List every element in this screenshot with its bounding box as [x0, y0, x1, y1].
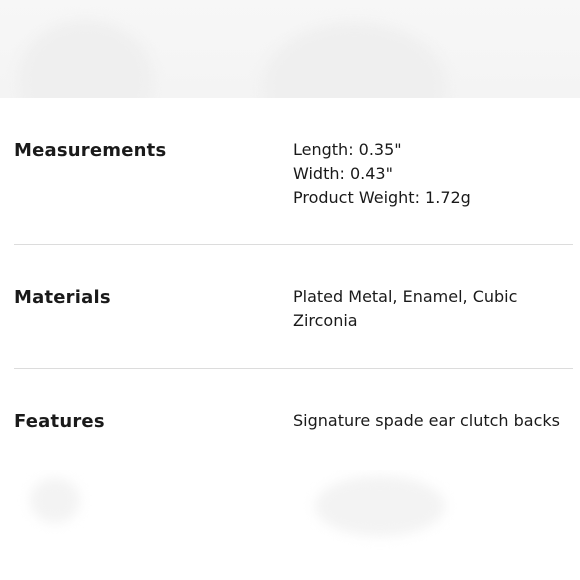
spec-label-measurements: Measurements	[14, 140, 167, 161]
blurred-product-images-bottom	[0, 470, 580, 580]
spec-values-materials: Plated Metal, Enamel, Cubic Zirconia	[293, 285, 543, 333]
spec-label-materials: Materials	[14, 287, 111, 308]
blurred-image-left	[18, 20, 153, 98]
blurred-image-left	[30, 478, 80, 523]
blurred-image-right	[262, 22, 447, 98]
spec-value-width: Width: 0.43"	[293, 164, 393, 183]
blurred-product-images-top	[0, 0, 580, 98]
blurred-image-right	[315, 476, 445, 536]
spec-values-features: Signature spade ear clutch backs	[293, 409, 578, 433]
divider	[14, 244, 573, 245]
spec-value-length: Length: 0.35"	[293, 140, 402, 159]
spec-value-weight: Product Weight: 1.72g	[293, 188, 471, 207]
divider	[14, 368, 573, 369]
spec-value-features: Signature spade ear clutch backs	[293, 411, 561, 430]
spec-label-features: Features	[14, 411, 105, 432]
spec-value-materials: Plated Metal, Enamel, Cubic Zirconia	[293, 287, 518, 330]
spec-values-measurements: Length: 0.35" Width: 0.43" Product Weigh…	[293, 138, 578, 210]
